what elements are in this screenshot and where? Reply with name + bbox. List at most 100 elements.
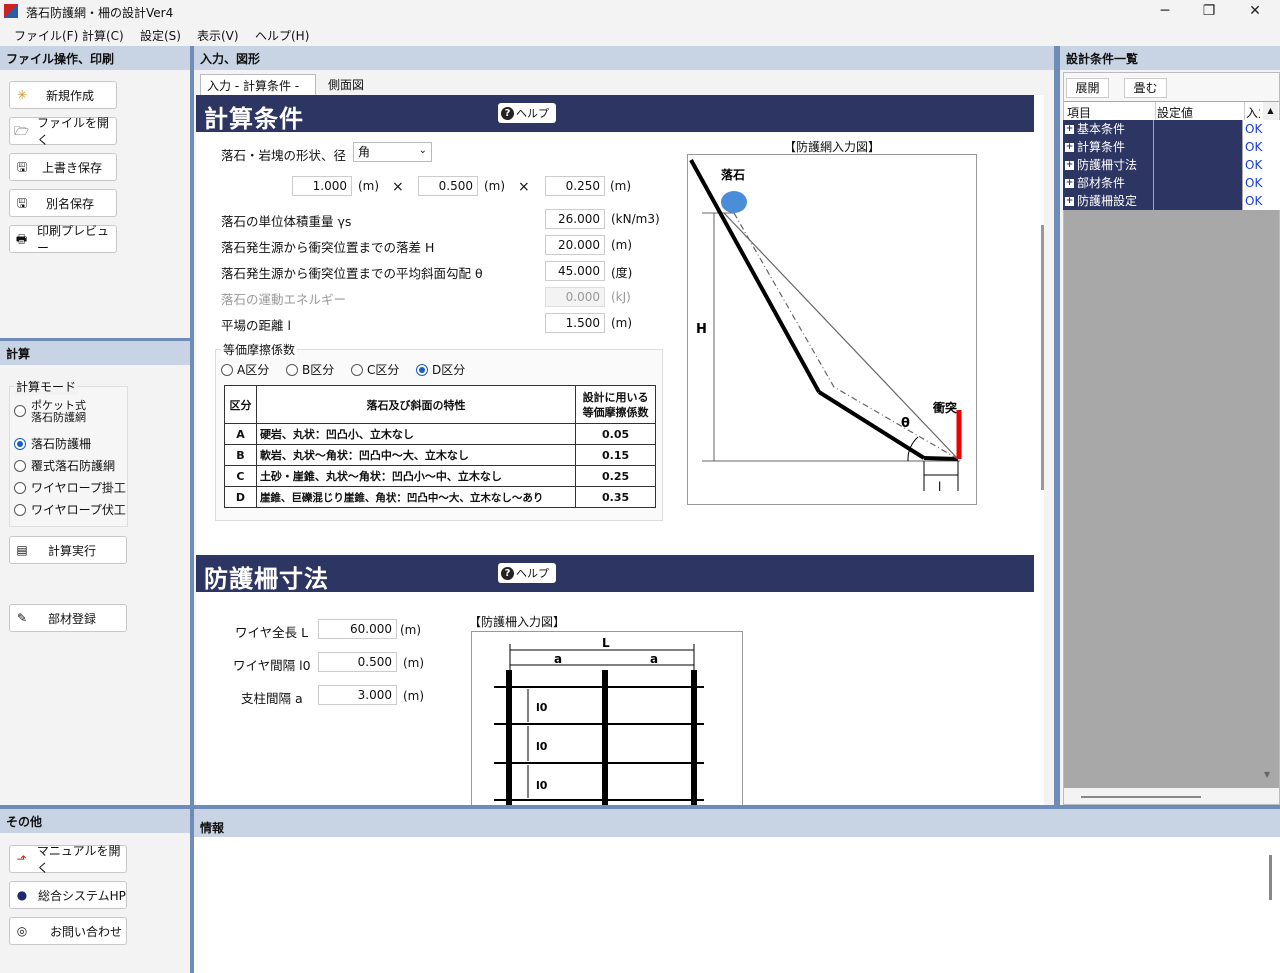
dim-3-input[interactable]: 0.250 [545,176,605,196]
new-button[interactable]: ✳ 新規作成 [9,81,117,109]
homepage-label: 総合システムHP [38,888,126,903]
tree-item-label: 計算条件 [1077,140,1126,154]
friction-c[interactable]: C区分 [351,361,399,378]
tab-input[interactable]: 入力 - 計算条件 - [200,74,316,95]
dim-3-unit: (m) [610,179,632,193]
tree-item-fence-dims[interactable]: + 防護柵寸法 OK [1063,156,1280,174]
globe-icon: ● [16,888,28,902]
member-register-button[interactable]: ✎ 部材登録 [9,604,127,632]
menu-calc[interactable]: 計算(C) [82,27,124,44]
table-cell-desc: 土砂・崖錐、丸状～角状：凹凸小～中、立木なし [255,465,577,487]
slope-input[interactable]: 45.000 [545,261,605,281]
post-spacing-input[interactable]: 3.000 [318,685,397,705]
tree-item-basic[interactable]: + 基本条件 OK [1063,120,1280,138]
flat-distance-label: 平場の距離 l [221,318,291,333]
tree-hscroll-thumb[interactable] [1081,796,1201,798]
center-header-bar: 入力、図形 [194,46,1054,70]
shape-label: 落石・岩塊の形状、径 [221,148,347,163]
tree-item-member[interactable]: + 部材条件 OK [1063,174,1280,192]
scroll-down-icon[interactable]: ▼ [1264,770,1270,779]
wire-spacing-input[interactable]: 0.500 [318,652,397,672]
open-manual-label: マニュアルを開く [36,844,121,875]
other-header: その他 [0,809,190,833]
table-cell-desc: 硬岩、丸状：凹凸小、立木なし [255,423,577,445]
dim-1-input[interactable]: 1.000 [292,176,352,196]
wire-length-label: ワイヤ全長 L [235,625,309,640]
tree-item-calc[interactable]: + 計算条件 OK [1063,138,1280,156]
label-impact: 衝突 [932,400,957,415]
friction-d-label: D区分 [432,363,466,377]
mode-wire-hang[interactable]: ワイヤロープ掛工 [14,479,126,496]
friction-d[interactable]: D区分 [416,361,465,378]
close-button[interactable]: ✕ [1232,0,1278,22]
mode-fence[interactable]: 落石防護柵 [14,435,91,452]
design-list-header: 設計条件一覧 [1060,46,1280,70]
calc-help-button[interactable]: ? ヘルプ [498,103,556,123]
drop-height-unit: (m) [611,238,633,252]
menu-settings[interactable]: 設定(S) [140,27,181,44]
slope-unit: (度) [611,266,633,280]
friction-c-label: C区分 [367,363,400,377]
contact-button[interactable]: ◎ お問い合わせ [9,917,127,945]
fence-diagram: L a a l0 l0 l0 [494,636,704,805]
shape-select[interactable]: 角 ⌄ [353,142,432,162]
chat-icon: ◎ [16,924,28,938]
table-row: B 軟岩、丸状～角状：凹凸中～大、立木なし 0.15 [224,444,656,466]
unit-weight-unit: (kN/m3) [611,212,660,226]
tab-bar [194,70,1054,95]
menu-view[interactable]: 表示(V) [197,27,239,44]
col-coefficient: 設計に用いる 等価摩擦係数 [575,385,656,424]
info-scrollbar-thumb[interactable] [1269,855,1272,900]
label-l0-2: l0 [536,740,548,753]
collapse-button[interactable]: 畳む [1124,78,1167,98]
mode-pocket-label: ポケット式 落石防護網 [31,399,86,424]
label-theta: θ [901,416,910,431]
center-scrollbar-thumb[interactable] [1041,225,1044,490]
print-preview-button[interactable]: 🖶 印刷プレビュー [9,224,117,255]
open-manual-button[interactable]: ⬏ マニュアルを開く [9,844,127,875]
info-panel: 情報 [194,809,1280,973]
expand-plus-icon: + [1065,160,1074,170]
mode-pocket[interactable]: ポケット式 落石防護網 [14,400,86,424]
friction-b[interactable]: B区分 [286,361,334,378]
save-as-button[interactable]: 🖫 別名保存 [9,189,117,217]
maximize-button[interactable]: ❐ [1186,0,1232,22]
save-button[interactable]: 🖫 上書き保存 [9,153,117,181]
drop-height-input[interactable]: 20.000 [545,235,605,255]
mode-wire-lay[interactable]: ワイヤロープ伏工 [14,501,126,518]
pdf-icon: ⬏ [16,852,27,866]
sparkle-icon: ✳ [16,88,28,102]
energy-label: 落石の運動エネルギー [221,292,347,307]
save-as-icon: 🖫 [16,196,28,210]
dim-2-input[interactable]: 0.500 [418,176,478,196]
wire-spacing-label: ワイヤ間隔 l0 [233,658,311,673]
center-header: 入力、図形 [200,52,261,66]
friction-a-label: A区分 [237,363,270,377]
friction-a[interactable]: A区分 [221,361,269,378]
tab-side-view[interactable]: 側面図 [328,76,364,93]
run-calc-button[interactable]: ▤ 計算実行 [9,536,127,564]
energy-unit: (kJ) [611,290,631,304]
fence-help-button[interactable]: ? ヘルプ [498,563,556,583]
expand-button[interactable]: 展開 [1066,78,1109,98]
wire-length-input[interactable]: 60.000 [318,619,397,639]
folder-open-icon: 🗁 [14,124,29,138]
homepage-button[interactable]: ● 総合システムHP [9,881,127,909]
menu-file[interactable]: ファイル(F) [14,27,78,44]
mode-wire-lay-label: ワイヤロープ伏工 [31,503,126,517]
tree-item-label: 防護柵設定 [1077,194,1138,208]
open-file-button[interactable]: 🗁 ファイルを開く [9,116,117,147]
flat-distance-input[interactable]: 1.500 [545,313,605,333]
table-row: D 崖錐、巨礫混じり崖錐、角状：凹凸中～大、立木なし～あり 0.35 [224,486,656,508]
table-row: C 土砂・崖錐、丸状～角状：凹凸小～中、立木なし 0.25 [224,465,656,487]
unit-weight-input[interactable]: 26.000 [545,209,605,229]
expand-plus-icon: + [1065,124,1074,134]
post-spacing-label: 支柱間隔 a [241,691,303,706]
mode-covered[interactable]: 覆式落石防護網 [14,457,115,474]
minimize-button[interactable]: ─ [1142,0,1188,22]
expand-plus-icon: + [1065,196,1074,206]
scroll-up-icon[interactable]: ▲ [1263,102,1278,120]
menu-help[interactable]: ヘルプ(H) [255,27,309,44]
save-icon: 🖫 [16,160,28,174]
tree-item-fence-settings[interactable]: + 防護柵設定 OK [1063,192,1280,210]
